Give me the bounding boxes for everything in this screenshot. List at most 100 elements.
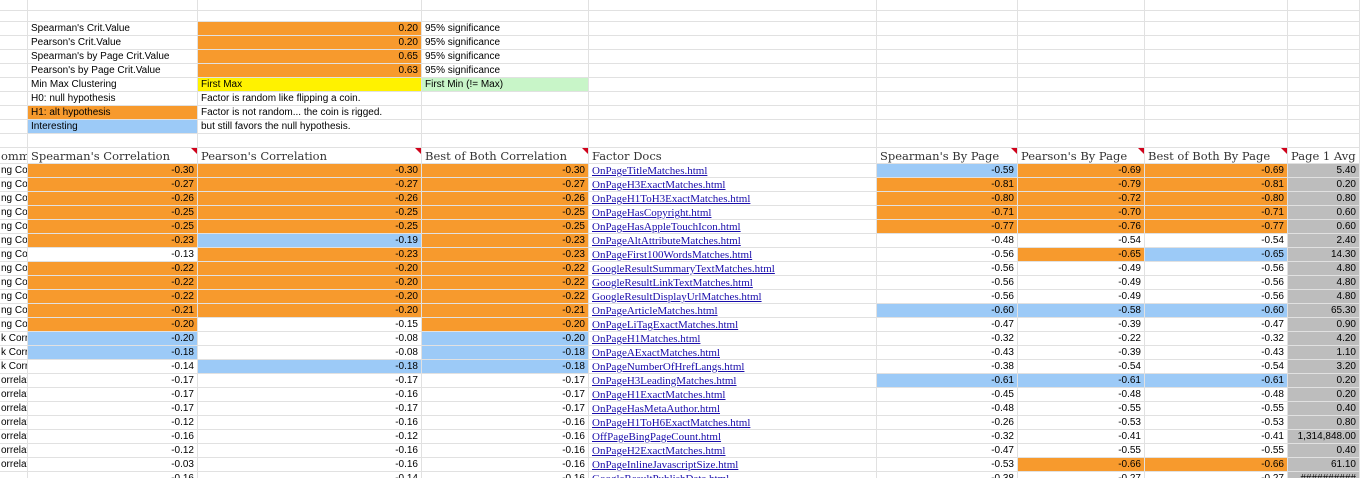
empty-cell[interactable]	[1288, 64, 1360, 78]
truncated-cell[interactable]: ng Corr	[0, 178, 28, 192]
truncated-cell[interactable]: ng Corr	[0, 248, 28, 262]
table-cell[interactable]: -0.43	[877, 346, 1018, 360]
legend-note[interactable]	[422, 106, 589, 120]
empty-cell[interactable]	[198, 134, 422, 148]
legend-value[interactable]: First Max	[198, 78, 422, 92]
table-cell[interactable]: -0.16	[422, 472, 589, 478]
table-cell[interactable]: -0.47	[877, 444, 1018, 458]
legend-value[interactable]: Factor is random like flipping a coin.	[198, 92, 422, 106]
table-cell[interactable]: 4.80	[1288, 290, 1360, 304]
table-cell[interactable]: -0.18	[28, 346, 198, 360]
empty-cell[interactable]	[589, 134, 877, 148]
truncated-cell[interactable]: ng Corr	[0, 262, 28, 276]
column-header[interactable]: Page 1 Avg	[1288, 148, 1360, 164]
table-cell[interactable]: -0.20	[422, 332, 589, 346]
table-cell[interactable]: -0.69	[1018, 164, 1145, 178]
empty-cell[interactable]	[877, 120, 1018, 134]
truncated-cell[interactable]: orrelat	[0, 416, 28, 430]
empty-cell[interactable]	[1018, 64, 1145, 78]
table-cell[interactable]: -0.66	[1145, 458, 1288, 472]
empty-cell[interactable]	[877, 22, 1018, 36]
table-cell[interactable]: -0.32	[877, 332, 1018, 346]
factor-doc-link[interactable]: OnPageH1Matches.html	[589, 332, 877, 346]
table-cell[interactable]: -0.80	[877, 192, 1018, 206]
empty-cell[interactable]	[1288, 22, 1360, 36]
table-cell[interactable]: -0.12	[28, 416, 198, 430]
table-cell[interactable]: -0.48	[1018, 388, 1145, 402]
empty-cell[interactable]	[1018, 106, 1145, 120]
table-cell[interactable]: -0.30	[28, 164, 198, 178]
table-cell[interactable]: -0.56	[877, 262, 1018, 276]
table-cell[interactable]: -0.72	[1018, 192, 1145, 206]
table-cell[interactable]: 4.80	[1288, 262, 1360, 276]
table-cell[interactable]: -0.32	[877, 430, 1018, 444]
table-cell[interactable]: -0.53	[1145, 416, 1288, 430]
column-header[interactable]: Spearman's By Page	[877, 148, 1018, 164]
empty-cell[interactable]	[589, 64, 877, 78]
empty-cell[interactable]	[877, 106, 1018, 120]
truncated-cell[interactable]: k Corre	[0, 332, 28, 346]
table-cell[interactable]: -0.17	[198, 402, 422, 416]
factor-doc-link[interactable]: OnPageH2ExactMatches.html	[589, 444, 877, 458]
table-cell[interactable]: -0.39	[1018, 346, 1145, 360]
table-cell[interactable]: -0.71	[877, 206, 1018, 220]
empty-cell[interactable]	[1018, 120, 1145, 134]
table-cell[interactable]: -0.56	[877, 248, 1018, 262]
legend-label[interactable]: Interesting	[28, 120, 198, 134]
table-cell[interactable]: -0.23	[198, 248, 422, 262]
truncated-cell[interactable]: ng Corr	[0, 220, 28, 234]
table-cell[interactable]: -0.20	[198, 304, 422, 318]
table-cell[interactable]: -0.20	[28, 332, 198, 346]
table-cell[interactable]: -0.22	[1018, 332, 1145, 346]
table-cell[interactable]: -0.38	[877, 472, 1018, 478]
empty-cell[interactable]	[422, 0, 589, 11]
legend-label[interactable]: Pearson's Crit.Value	[28, 36, 198, 50]
factor-doc-link[interactable]: OnPageAExactMatches.html	[589, 346, 877, 360]
table-cell[interactable]: -0.48	[877, 234, 1018, 248]
table-cell[interactable]: -0.56	[1145, 262, 1288, 276]
table-cell[interactable]: -0.17	[422, 402, 589, 416]
empty-cell[interactable]	[28, 134, 198, 148]
table-cell[interactable]: -0.56	[877, 290, 1018, 304]
table-cell[interactable]: -0.53	[1018, 416, 1145, 430]
empty-cell[interactable]	[422, 11, 589, 22]
table-cell[interactable]: -0.55	[1145, 444, 1288, 458]
legend-note[interactable]: 95% significance	[422, 50, 589, 64]
table-cell[interactable]: -0.25	[422, 206, 589, 220]
legend-label[interactable]: H0: null hypothesis	[28, 92, 198, 106]
table-cell[interactable]: -0.30	[422, 164, 589, 178]
empty-cell[interactable]	[422, 134, 589, 148]
table-cell[interactable]: -0.22	[422, 290, 589, 304]
table-cell[interactable]: -0.16	[422, 458, 589, 472]
empty-cell[interactable]	[28, 11, 198, 22]
factor-doc-link[interactable]: OffPageBingPageCount.html	[589, 430, 877, 444]
truncated-cell[interactable]: k Corre	[0, 346, 28, 360]
table-cell[interactable]: -0.18	[422, 346, 589, 360]
table-cell[interactable]: 0.80	[1288, 416, 1360, 430]
table-cell[interactable]: -0.70	[1018, 206, 1145, 220]
table-cell[interactable]: -0.49	[1018, 262, 1145, 276]
table-cell[interactable]: -0.61	[877, 374, 1018, 388]
empty-cell[interactable]	[1145, 92, 1288, 106]
table-cell[interactable]: -0.61	[1145, 374, 1288, 388]
empty-cell[interactable]	[1018, 11, 1145, 22]
table-cell[interactable]: -0.48	[877, 402, 1018, 416]
empty-cell[interactable]	[0, 120, 28, 134]
empty-cell[interactable]	[589, 11, 877, 22]
empty-cell[interactable]	[1145, 0, 1288, 11]
legend-value[interactable]: 0.20	[198, 22, 422, 36]
truncated-cell[interactable]: ng Corr	[0, 318, 28, 332]
table-cell[interactable]: -0.47	[1145, 318, 1288, 332]
empty-cell[interactable]	[589, 50, 877, 64]
table-cell[interactable]: -0.77	[1145, 220, 1288, 234]
comment-indicator-icon[interactable]	[1011, 148, 1017, 154]
table-cell[interactable]: -0.21	[422, 304, 589, 318]
table-cell[interactable]: -0.22	[28, 290, 198, 304]
table-cell[interactable]: 0.60	[1288, 220, 1360, 234]
empty-cell[interactable]	[589, 22, 877, 36]
empty-cell[interactable]	[1145, 11, 1288, 22]
table-cell[interactable]: -0.12	[198, 430, 422, 444]
empty-cell[interactable]	[1145, 50, 1288, 64]
column-header[interactable]: Factor Docs	[589, 148, 877, 164]
empty-cell[interactable]	[0, 134, 28, 148]
